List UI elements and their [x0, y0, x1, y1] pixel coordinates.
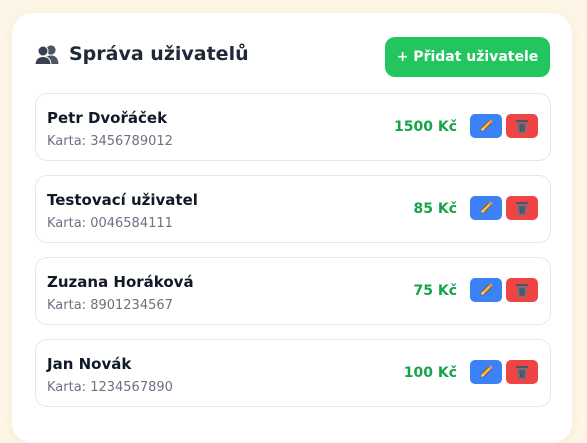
pencil-icon [478, 282, 494, 298]
user-card: Karta: 1234567890 [47, 380, 173, 395]
page-title: Správa uživatelů [34, 43, 249, 65]
user-amount: 100 Kč [404, 365, 457, 381]
card-number: 1234567890 [90, 380, 173, 395]
delete-user-button[interactable] [506, 360, 538, 384]
panel-header: Správa uživatelů + Přidat uživatele [34, 37, 550, 77]
edit-user-button[interactable] [470, 278, 502, 302]
trash-icon [515, 282, 529, 298]
pencil-icon [478, 364, 494, 380]
delete-user-button[interactable] [506, 114, 538, 138]
edit-user-button[interactable] [470, 196, 502, 220]
add-user-button[interactable]: + Přidat uživatele [385, 37, 550, 77]
user-name: Testovací uživatel [47, 191, 198, 209]
user-card: Karta: 0046584111 [47, 216, 173, 231]
user-card: Karta: 8901234567 [47, 298, 173, 313]
card-number: 3456789012 [90, 134, 173, 149]
card-number: 8901234567 [90, 298, 173, 313]
trash-icon [515, 118, 529, 134]
pencil-icon [478, 200, 494, 216]
users-icon [34, 43, 60, 65]
trash-icon [515, 364, 529, 380]
user-row: Zuzana Horáková Karta: 8901234567 75 Kč [35, 257, 551, 325]
card-number: 0046584111 [90, 216, 173, 231]
page-title-text: Správa uživatelů [69, 43, 249, 65]
delete-user-button[interactable] [506, 278, 538, 302]
trash-icon [515, 200, 529, 216]
user-card: Karta: 3456789012 [47, 134, 173, 149]
user-amount: 1500 Kč [394, 119, 457, 135]
delete-user-button[interactable] [506, 196, 538, 220]
user-amount: 75 Kč [413, 283, 457, 299]
user-name: Zuzana Horáková [47, 273, 194, 291]
user-row: Petr Dvořáček Karta: 3456789012 1500 Kč [35, 93, 551, 161]
pencil-icon [478, 118, 494, 134]
user-row: Testovací uživatel Karta: 0046584111 85 … [35, 175, 551, 243]
card-label: Karta: [47, 134, 86, 149]
edit-user-button[interactable] [470, 114, 502, 138]
user-row: Jan Novák Karta: 1234567890 100 Kč [35, 339, 551, 407]
card-label: Karta: [47, 216, 86, 231]
user-name: Petr Dvořáček [47, 109, 167, 127]
card-label: Karta: [47, 298, 86, 313]
user-name: Jan Novák [47, 355, 131, 373]
edit-user-button[interactable] [470, 360, 502, 384]
card-label: Karta: [47, 380, 86, 395]
user-list: Petr Dvořáček Karta: 3456789012 1500 Kč [35, 93, 551, 421]
user-amount: 85 Kč [413, 201, 457, 217]
users-panel: Správa uživatelů + Přidat uživatele Petr… [12, 13, 572, 443]
